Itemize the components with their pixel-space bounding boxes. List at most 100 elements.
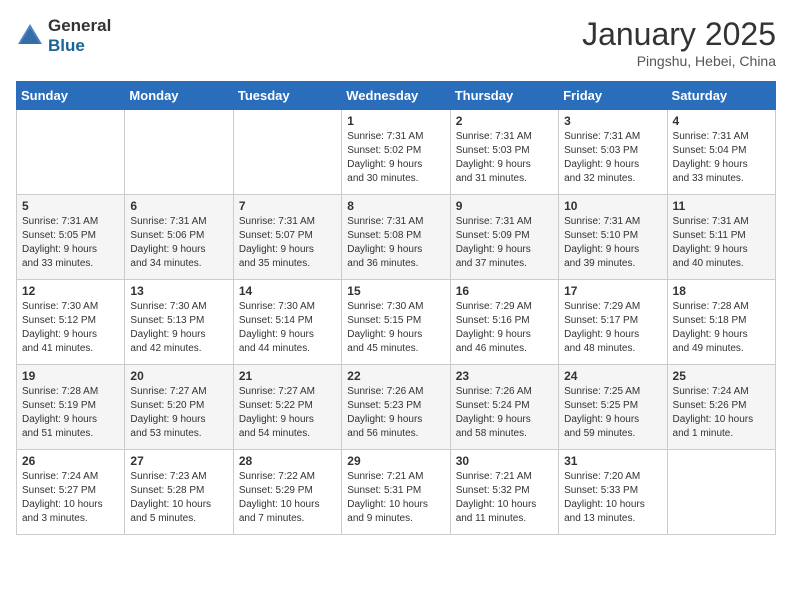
calendar-cell: 5Sunrise: 7:31 AM Sunset: 5:05 PM Daylig… [17,195,125,280]
day-info: Sunrise: 7:24 AM Sunset: 5:26 PM Dayligh… [673,385,770,441]
calendar-cell [125,110,233,195]
calendar-cell: 22 Sunrise: 7:26 AM Sunset: 5:23 PM Dayli… [342,365,450,450]
header-saturday: Saturday [667,82,775,110]
day-number: 3 [564,114,661,128]
calendar-cell: 18 Sunrise: 7:28 AM Sunset: 5:18 PM Dayli… [667,280,775,365]
day-info: Sunrise: 7:31 AM Sunset: 5:07 PM Dayligh… [239,215,336,271]
day-info: Sunrise: 7:30 AM Sunset: 5:14 PM Dayligh… [239,300,336,356]
day-info: Sunrise: 7:30 AM Sunset: 5:13 PM Dayligh… [130,300,227,356]
calendar-cell: 1Sunrise: 7:31 AM Sunset: 5:02 PM Daylig… [342,110,450,195]
calendar-cell: 12 Sunrise: 7:30 AM Sunset: 5:12 PM Dayli… [17,280,125,365]
day-number: 13 [130,284,227,298]
header-thursday: Thursday [450,82,558,110]
day-info: Sunrise: 7:31 AM Sunset: 5:11 PM Dayligh… [673,215,770,271]
day-number: 20 [130,369,227,383]
month-title: January 2025 [582,16,776,53]
header-tuesday: Tuesday [233,82,341,110]
day-info: Sunrise: 7:26 AM Sunset: 5:24 PM Dayligh… [456,385,553,441]
calendar-table: SundayMondayTuesdayWednesdayThursdayFrid… [16,81,776,535]
calendar-cell: 4Sunrise: 7:31 AM Sunset: 5:04 PM Daylig… [667,110,775,195]
day-info: Sunrise: 7:23 AM Sunset: 5:28 PM Dayligh… [130,470,227,526]
day-number: 18 [673,284,770,298]
day-info: Sunrise: 7:31 AM Sunset: 5:06 PM Dayligh… [130,215,227,271]
calendar-cell: 21 Sunrise: 7:27 AM Sunset: 5:22 PM Dayli… [233,365,341,450]
day-number: 31 [564,454,661,468]
day-number: 29 [347,454,444,468]
day-info: Sunrise: 7:27 AM Sunset: 5:20 PM Dayligh… [130,385,227,441]
calendar-cell: 15 Sunrise: 7:30 AM Sunset: 5:15 PM Dayli… [342,280,450,365]
day-info: Sunrise: 7:28 AM Sunset: 5:18 PM Dayligh… [673,300,770,356]
day-info: Sunrise: 7:30 AM Sunset: 5:15 PM Dayligh… [347,300,444,356]
day-info: Sunrise: 7:31 AM Sunset: 5:03 PM Dayligh… [564,130,661,186]
calendar-cell: 24 Sunrise: 7:25 AM Sunset: 5:25 PM Dayli… [559,365,667,450]
day-number: 4 [673,114,770,128]
calendar-cell: 17Sunrise: 7:29 AM Sunset: 5:17 PM Dayli… [559,280,667,365]
calendar-cell: 19Sunrise: 7:28 AM Sunset: 5:19 PM Dayli… [17,365,125,450]
logo-icon [16,22,44,50]
title-block: January 2025 Pingshu, Hebei, China [582,16,776,69]
day-number: 12 [22,284,119,298]
day-number: 23 [456,369,553,383]
calendar-cell: 3 Sunrise: 7:31 AM Sunset: 5:03 PM Daylig… [559,110,667,195]
day-info: Sunrise: 7:31 AM Sunset: 5:02 PM Dayligh… [347,130,444,186]
day-number: 26 [22,454,119,468]
day-info: Sunrise: 7:22 AM Sunset: 5:29 PM Dayligh… [239,470,336,526]
day-info: Sunrise: 7:21 AM Sunset: 5:32 PM Dayligh… [456,470,553,526]
logo-blue: Blue [48,36,111,56]
logo: General Blue [16,16,111,57]
calendar-cell: 30 Sunrise: 7:21 AM Sunset: 5:32 PM Dayli… [450,450,558,535]
page-header: General Blue January 2025 Pingshu, Hebei… [16,16,776,69]
calendar-cell: 16 Sunrise: 7:29 AM Sunset: 5:16 PM Dayli… [450,280,558,365]
day-number: 11 [673,199,770,213]
calendar-week-3: 12 Sunrise: 7:30 AM Sunset: 5:12 PM Dayli… [17,280,776,365]
day-info: Sunrise: 7:31 AM Sunset: 5:08 PM Dayligh… [347,215,444,271]
day-number: 24 [564,369,661,383]
day-info: Sunrise: 7:28 AM Sunset: 5:19 PM Dayligh… [22,385,119,441]
day-number: 15 [347,284,444,298]
calendar-week-5: 26 Sunrise: 7:24 AM Sunset: 5:27 PM Dayli… [17,450,776,535]
calendar-cell [233,110,341,195]
calendar-cell: 25 Sunrise: 7:24 AM Sunset: 5:26 PM Dayli… [667,365,775,450]
calendar-cell: 11 Sunrise: 7:31 AM Sunset: 5:11 PM Dayli… [667,195,775,280]
calendar-cell: 13 Sunrise: 7:30 AM Sunset: 5:13 PM Dayli… [125,280,233,365]
day-number: 9 [456,199,553,213]
calendar-cell: 20 Sunrise: 7:27 AM Sunset: 5:20 PM Dayli… [125,365,233,450]
calendar-cell: 6 Sunrise: 7:31 AM Sunset: 5:06 PM Daylig… [125,195,233,280]
day-info: Sunrise: 7:30 AM Sunset: 5:12 PM Dayligh… [22,300,119,356]
day-info: Sunrise: 7:25 AM Sunset: 5:25 PM Dayligh… [564,385,661,441]
calendar-header-row: SundayMondayTuesdayWednesdayThursdayFrid… [17,82,776,110]
day-number: 30 [456,454,553,468]
calendar-cell: 9 Sunrise: 7:31 AM Sunset: 5:09 PM Daylig… [450,195,558,280]
day-number: 2 [456,114,553,128]
day-info: Sunrise: 7:20 AM Sunset: 5:33 PM Dayligh… [564,470,661,526]
day-number: 22 [347,369,444,383]
day-info: Sunrise: 7:31 AM Sunset: 5:09 PM Dayligh… [456,215,553,271]
calendar-cell: 27 Sunrise: 7:23 AM Sunset: 5:28 PM Dayli… [125,450,233,535]
day-number: 14 [239,284,336,298]
calendar-cell: 10Sunrise: 7:31 AM Sunset: 5:10 PM Dayli… [559,195,667,280]
calendar-cell: 8Sunrise: 7:31 AM Sunset: 5:08 PM Daylig… [342,195,450,280]
day-number: 17 [564,284,661,298]
calendar-week-1: 1Sunrise: 7:31 AM Sunset: 5:02 PM Daylig… [17,110,776,195]
day-number: 21 [239,369,336,383]
day-number: 25 [673,369,770,383]
day-info: Sunrise: 7:29 AM Sunset: 5:16 PM Dayligh… [456,300,553,356]
calendar-cell: 31 Sunrise: 7:20 AM Sunset: 5:33 PM Dayli… [559,450,667,535]
calendar-cell: 23 Sunrise: 7:26 AM Sunset: 5:24 PM Dayli… [450,365,558,450]
day-number: 16 [456,284,553,298]
logo-text: General Blue [48,16,111,57]
day-number: 5 [22,199,119,213]
day-info: Sunrise: 7:24 AM Sunset: 5:27 PM Dayligh… [22,470,119,526]
day-info: Sunrise: 7:27 AM Sunset: 5:22 PM Dayligh… [239,385,336,441]
header-friday: Friday [559,82,667,110]
calendar-cell: 29 Sunrise: 7:21 AM Sunset: 5:31 PM Dayli… [342,450,450,535]
day-info: Sunrise: 7:21 AM Sunset: 5:31 PM Dayligh… [347,470,444,526]
header-sunday: Sunday [17,82,125,110]
logo-general: General [48,16,111,36]
calendar-cell: 2Sunrise: 7:31 AM Sunset: 5:03 PM Daylig… [450,110,558,195]
day-number: 6 [130,199,227,213]
day-number: 7 [239,199,336,213]
day-number: 27 [130,454,227,468]
day-info: Sunrise: 7:26 AM Sunset: 5:23 PM Dayligh… [347,385,444,441]
calendar-cell: 26 Sunrise: 7:24 AM Sunset: 5:27 PM Dayli… [17,450,125,535]
